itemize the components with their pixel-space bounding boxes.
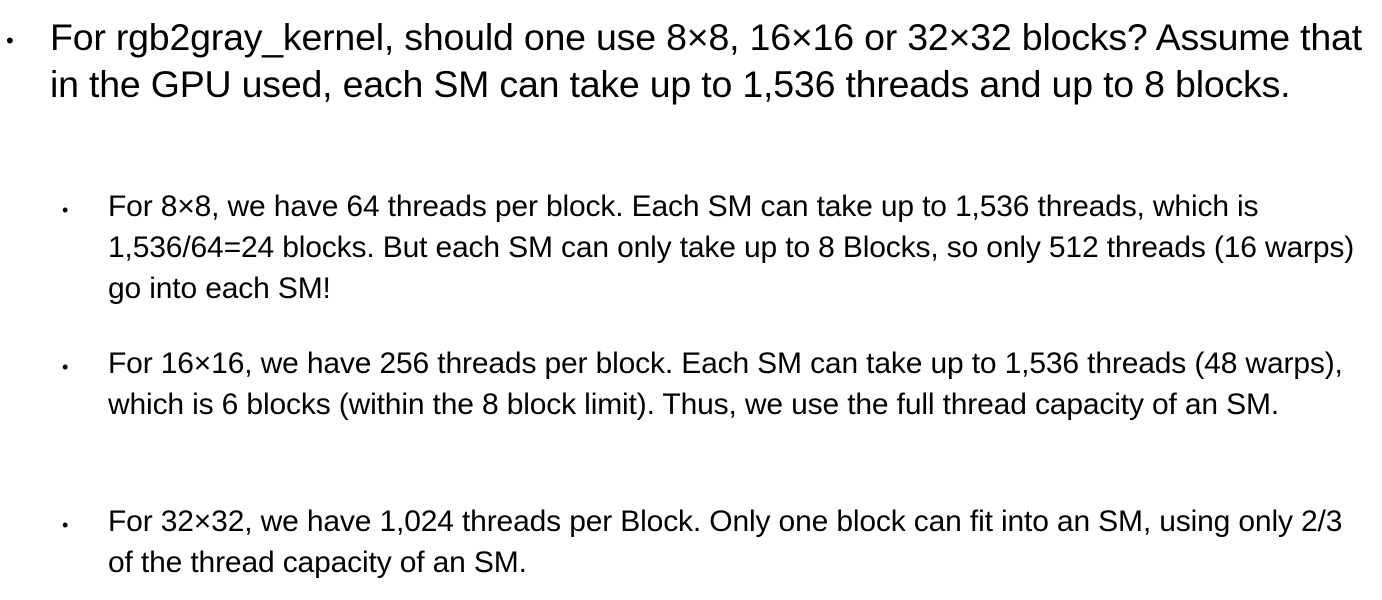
sub-bullet-2: •	[62, 357, 69, 377]
sub-bullet-1: •	[62, 200, 69, 220]
answer-16x16: For 16×16, we have 256 threads per block…	[108, 347, 1343, 421]
answer-32x32: For 32×32, we have 1,024 threads per Blo…	[108, 505, 1343, 579]
sub-bullet-3: •	[62, 515, 69, 535]
main-bullet: •	[6, 28, 14, 53]
slide: • For rgb2gray_kernel, should one use 8×…	[0, 0, 1382, 600]
main-question: For rgb2gray_kernel, should one use 8×8,…	[50, 16, 1362, 105]
answer-8x8: For 8×8, we have 64 threads per block. E…	[108, 190, 1355, 305]
